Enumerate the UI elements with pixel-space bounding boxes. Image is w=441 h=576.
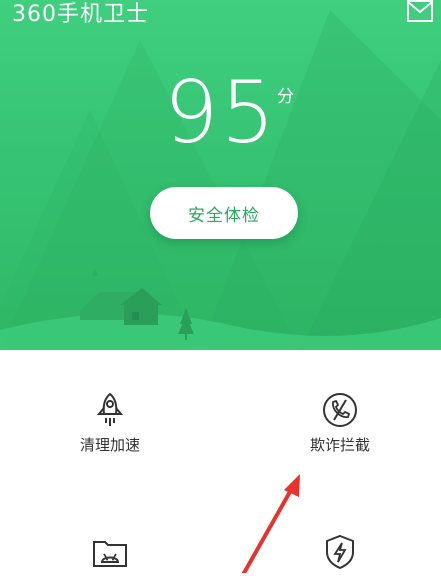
tile-shield-protect[interactable] [240, 532, 440, 576]
tile-clean-speed[interactable]: 清理加速 [10, 390, 210, 455]
tile-android-files[interactable] [10, 532, 210, 576]
shield-bolt-icon [326, 534, 354, 570]
blocked-call-icon [323, 393, 357, 427]
app-brand-logo: 360手机卫士 [12, 2, 149, 27]
tile-label: 清理加速 [79, 436, 140, 454]
score-value: 95 [163, 63, 278, 163]
score-unit: 分 [277, 87, 294, 107]
hero-panel: 360手机卫士 95 分 安全体检 [0, 0, 441, 350]
mail-icon[interactable] [407, 0, 433, 22]
tile-label: 欺诈拦截 [309, 436, 370, 454]
tile-fraud-block[interactable]: 欺诈拦截 [240, 390, 440, 455]
security-score: 95 分 [0, 68, 441, 158]
android-folder-icon [93, 541, 127, 567]
rocket-icon [96, 392, 124, 426]
landscape-background [0, 10, 441, 350]
security-check-button[interactable]: 安全体检 [150, 187, 298, 239]
